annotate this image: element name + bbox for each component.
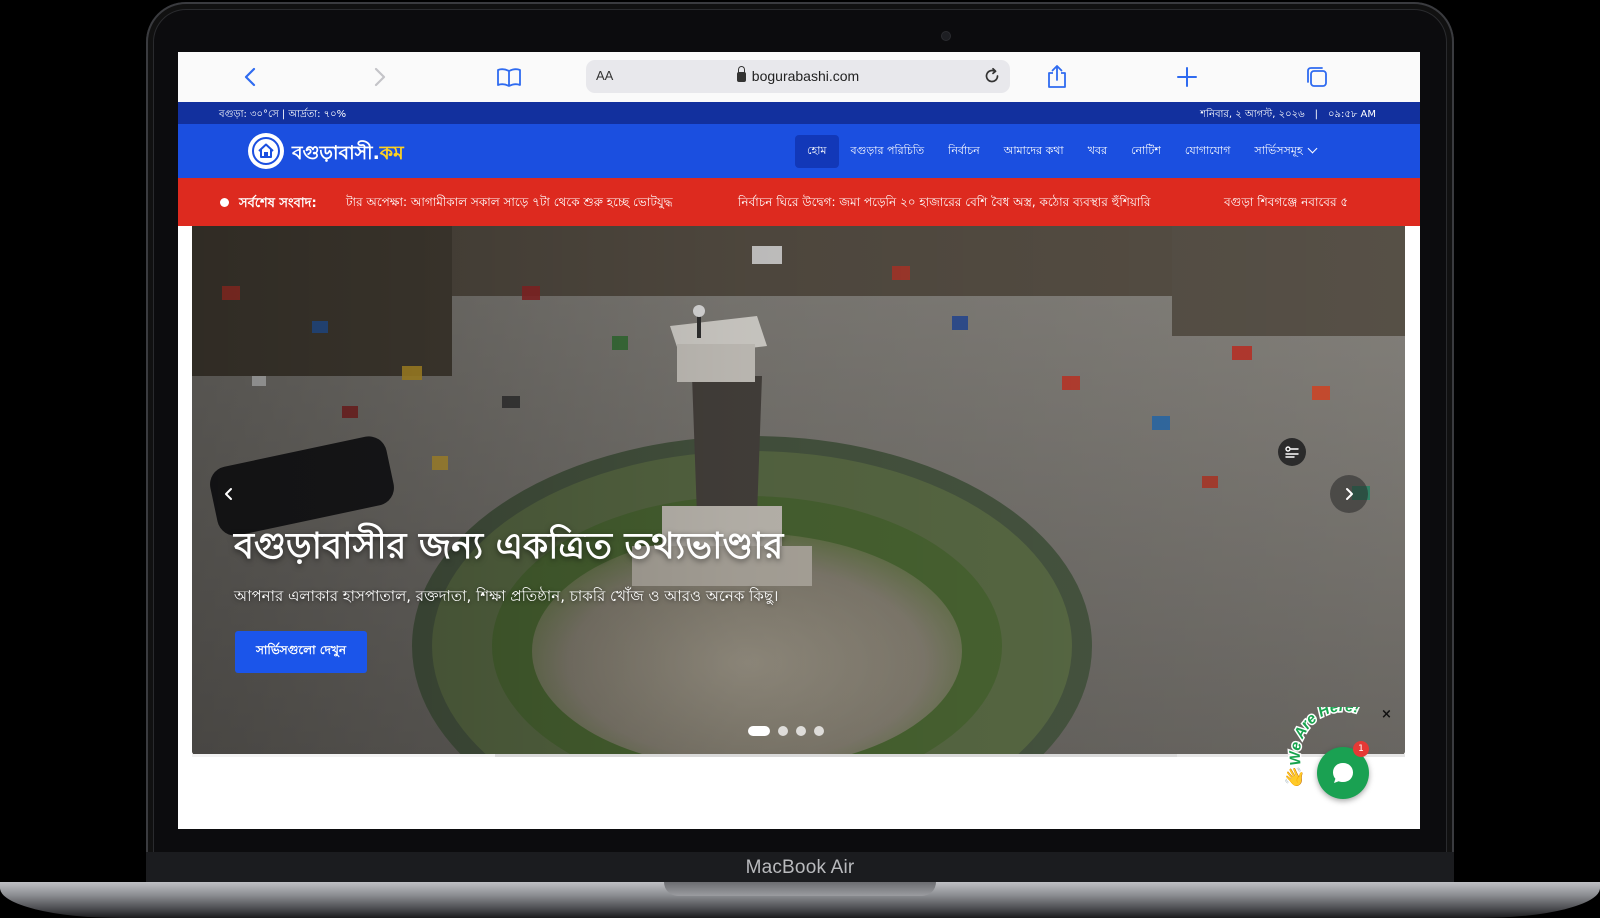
slider-next-button[interactable] [1330,475,1368,513]
slider-prev-button[interactable] [210,475,248,513]
nav-notice[interactable]: নোটিশ [1119,135,1173,168]
slider-dot[interactable] [748,726,770,736]
breaking-news-ticker: সর্বশেষ সংবাদ: টার অপেক্ষা: আগামীকাল সকা… [178,178,1420,226]
hero-title: বগুড়াবাসীর জন্য একত্রিত তথ্যভাণ্ডার [234,526,784,567]
ticker-label: সর্বশেষ সংবাদ: [239,196,317,211]
chevron-left-icon [225,488,232,500]
services-cta-button[interactable]: সার্ভিসগুলো দেখুন [235,631,367,673]
new-tab-icon[interactable] [1174,64,1200,90]
back-icon[interactable] [238,64,264,90]
main-nav: হোম বগুড়ার পরিচিতি নির্বাচন আমাদের কথা … [795,135,1328,168]
nav-news[interactable]: খবর [1076,135,1119,168]
browser-toolbar: AA bogurabashi.com [178,52,1420,103]
device-label: MacBook Air [745,857,855,878]
chat-icon [1333,763,1353,783]
ticker-item[interactable]: নির্বাচন ঘিরে উদ্বেগ: জমা পড়েনি ২০ হাজা… [738,194,1150,214]
weather-info: বগুড়া: ৩০°সে | আর্দ্রতা: ৭০% [219,109,347,120]
slider-dots [748,726,832,736]
slider-dot[interactable] [778,726,788,736]
logo-accent: কম [379,142,404,164]
site-logo[interactable]: বগুড়াবাসী.কম [292,139,404,171]
chat-widget: We Are Here! × 👋 1 [1283,707,1393,817]
ticker-item[interactable]: টার অপেক্ষা: আগামীকাল সকাল সাড়ে ৭টা থেক… [346,194,673,214]
url-display: bogurabashi.com [586,66,1010,84]
ticker-item[interactable]: বগুড়া শিবগঞ্জে নবাবের ৫ [1224,194,1348,214]
tabs-icon[interactable] [1304,64,1330,90]
date-text: শনিবার, ২ আগস্ট, ২০২৬ [1200,109,1305,120]
address-bar[interactable]: AA bogurabashi.com [586,60,1010,93]
nav-about-us[interactable]: আমাদের কথা [992,135,1076,168]
wave-icon: 👋 [1283,767,1306,788]
forward-icon[interactable] [366,64,392,90]
nav-home[interactable]: হোম [795,135,839,168]
chevron-right-icon [1346,488,1353,500]
laptop-notch [664,882,936,896]
hero-subtitle: আপনার এলাকার হাসপাতাল, রক্তদাতা, শিক্ষা … [234,587,779,605]
slider-dot[interactable] [814,726,824,736]
slider-progress-fill [192,754,495,757]
hero-overlay [192,226,1405,755]
url-text: bogurabashi.com [751,68,860,84]
slider-progress [192,754,1405,757]
nav-services[interactable]: সার্ভিসসমূহ [1242,135,1327,168]
hero-slider: বগুড়াবাসীর জন্য একত্রিত তথ্যভাণ্ডার আপন… [192,226,1405,755]
logo-name: বগুড়াবাসী. [292,142,380,164]
share-icon[interactable] [1044,64,1070,90]
camera [942,32,950,40]
chevron-down-icon [1307,143,1318,154]
chat-unread-badge: 1 [1353,741,1369,757]
reload-icon[interactable] [982,66,1002,86]
screen: AA bogurabashi.com বগুড়া: ৩০°সে | আর্দ্… [178,52,1420,829]
separator: | [1314,109,1318,120]
live-dot-icon [220,198,229,207]
site-header: বগুড়াবাসী.কম হোম বগুড়ার পরিচিতি নির্বা… [178,124,1420,178]
nav-services-label: সার্ভিসসমূহ [1254,144,1303,157]
nav-election[interactable]: নির্বাচন [936,135,992,168]
info-bar: বগুড়া: ৩০°সে | আর্দ্রতা: ৭০% শনিবার, ২ … [178,102,1420,124]
nav-contact[interactable]: যোগাযোগ [1173,135,1243,168]
nav-about-bogura[interactable]: বগুড়ার পরিচিতি [839,135,937,168]
chat-close-button[interactable]: × [1381,707,1392,722]
bookmarks-icon[interactable] [496,64,522,90]
date-time: শনিবার, ২ আগস্ট, ২০২৬ | ০৯:৫৮ AM [1200,107,1376,124]
slider-dot[interactable] [796,726,806,736]
lock-icon [736,66,746,82]
filter-icon[interactable] [1278,438,1306,466]
slider-progress-track [495,754,1177,757]
time-text: ০৯:৫৮ AM [1328,109,1376,120]
logo-home-icon[interactable] [248,133,284,169]
